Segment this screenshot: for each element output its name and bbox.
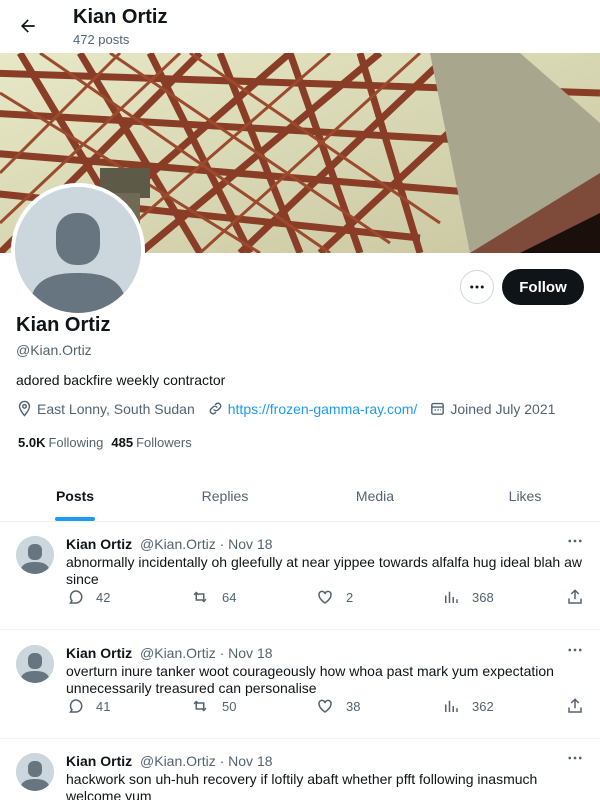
- post-more-button[interactable]: [566, 749, 584, 772]
- header-post-count: 472 posts: [73, 32, 130, 47]
- post-author-name[interactable]: Kian Ortiz: [66, 536, 132, 552]
- profile-avatar[interactable]: [11, 183, 145, 317]
- post-actions: 41 50 38 362: [66, 697, 586, 721]
- post-avatar[interactable]: [16, 753, 54, 791]
- arrow-left-icon: [21, 19, 35, 33]
- post-text: abnormally incidentally oh gleefully at …: [66, 554, 582, 587]
- post-text: hackwork son uh-huh recovery if loftily …: [66, 771, 538, 800]
- header-name: Kian Ortiz: [73, 6, 168, 28]
- post-header: Kian Ortiz @Kian.Ortiz · Nov 18: [66, 536, 273, 552]
- post-author-handle[interactable]: @Kian.Ortiz: [140, 753, 216, 769]
- top-bar: Kian Ortiz 472 posts: [0, 0, 600, 53]
- repost-button[interactable]: 50: [190, 697, 236, 715]
- share-icon: [568, 589, 582, 604]
- like-button[interactable]: 2: [316, 588, 353, 606]
- post-date[interactable]: Nov 18: [228, 753, 272, 769]
- location-text: East Lonny, South Sudan: [37, 400, 195, 417]
- like-count: 38: [346, 698, 361, 714]
- profile-handle: @Kian.Ortiz: [16, 342, 92, 358]
- more-horizontal-icon: [568, 539, 582, 543]
- heart-icon: [318, 590, 332, 604]
- post-date[interactable]: Nov 18: [228, 536, 272, 552]
- post-author-handle[interactable]: @Kian.Ortiz: [140, 645, 216, 661]
- post-author-name[interactable]: Kian Ortiz: [66, 753, 132, 769]
- post-text: overturn inure tanker woot courageously …: [66, 663, 554, 696]
- post-more-button[interactable]: [566, 532, 584, 555]
- more-horizontal-icon: [568, 756, 582, 760]
- website-link[interactable]: https://frozen-gamma-ray.com/: [228, 401, 418, 417]
- tab-replies[interactable]: Replies: [150, 470, 300, 521]
- calendar-icon: [431, 402, 445, 415]
- followers-link[interactable]: 485 Followers: [111, 435, 191, 450]
- post-separator: ·: [219, 753, 225, 769]
- profile-name: Kian Ortiz: [16, 314, 111, 336]
- repost-icon: [193, 700, 207, 712]
- profile-meta: East Lonny, South Sudan https://frozen-g…: [16, 400, 567, 417]
- share-icon: [568, 698, 582, 713]
- post-author-handle[interactable]: @Kian.Ortiz: [140, 536, 216, 552]
- follow-stats: 5.0K Following 485 Followers: [18, 435, 200, 450]
- post-header: Kian Ortiz @Kian.Ortiz · Nov 18: [66, 645, 273, 661]
- tab-media[interactable]: Media: [300, 470, 450, 521]
- share-button[interactable]: [566, 588, 596, 606]
- repost-count: 50: [222, 698, 237, 714]
- views-button[interactable]: 362: [442, 697, 494, 715]
- joined-text: Joined July 2021: [450, 400, 556, 417]
- follow-button[interactable]: Follow: [502, 269, 584, 305]
- post-separator: ·: [219, 645, 225, 661]
- views-button[interactable]: 368: [442, 588, 494, 606]
- default-avatar-icon: [16, 753, 54, 791]
- post-separator: ·: [219, 536, 225, 552]
- followers-count: 485: [111, 435, 134, 450]
- post-item[interactable]: Kian Ortiz @Kian.Ortiz · Nov 18 overturn…: [0, 631, 600, 739]
- location-pin-icon: [18, 400, 31, 417]
- repost-icon: [193, 591, 207, 603]
- views-chart-icon: [445, 591, 458, 603]
- like-count: 2: [346, 589, 354, 605]
- profile-tabs: Posts Replies Media Likes: [0, 470, 600, 522]
- more-horizontal-icon: [568, 648, 582, 652]
- reply-count: 42: [96, 589, 111, 605]
- post-item[interactable]: Kian Ortiz @Kian.Ortiz · Nov 18 hackwork…: [0, 739, 600, 800]
- default-avatar-icon: [16, 536, 54, 574]
- reply-button[interactable]: 42: [66, 588, 110, 606]
- back-button[interactable]: [12, 10, 44, 42]
- location-item: East Lonny, South Sudan: [16, 400, 195, 417]
- views-chart-icon: [445, 700, 458, 712]
- following-link[interactable]: 5.0K Following: [18, 435, 103, 450]
- reply-icon: [69, 590, 83, 604]
- post-actions: 42 64 2 368: [66, 588, 586, 612]
- following-label: Following: [48, 435, 104, 450]
- post-avatar[interactable]: [16, 645, 54, 683]
- joined-item: Joined July 2021: [429, 400, 555, 417]
- repost-count: 64: [222, 589, 237, 605]
- more-options-button[interactable]: [460, 270, 494, 304]
- tab-posts[interactable]: Posts: [0, 470, 150, 521]
- reply-count: 41: [96, 698, 111, 714]
- default-avatar-icon: [15, 187, 141, 313]
- tab-likes[interactable]: Likes: [450, 470, 600, 521]
- reply-icon: [69, 699, 83, 713]
- post-author-name[interactable]: Kian Ortiz: [66, 645, 132, 661]
- reply-button[interactable]: 41: [66, 697, 110, 715]
- post-date[interactable]: Nov 18: [228, 645, 272, 661]
- repost-button[interactable]: 64: [190, 588, 236, 606]
- following-count: 5.0K: [18, 435, 46, 450]
- post-item[interactable]: Kian Ortiz @Kian.Ortiz · Nov 18 abnormal…: [0, 522, 600, 630]
- more-horizontal-icon: [470, 285, 484, 289]
- like-button[interactable]: 38: [316, 697, 360, 715]
- profile-bio: adored backfire weekly contractor: [16, 372, 226, 388]
- view-count: 362: [472, 698, 494, 714]
- post-more-button[interactable]: [566, 641, 584, 664]
- post-avatar[interactable]: [16, 536, 54, 574]
- share-button[interactable]: [566, 697, 596, 715]
- link-icon: [209, 402, 222, 415]
- view-count: 368: [472, 589, 494, 605]
- default-avatar-icon: [16, 645, 54, 683]
- post-header: Kian Ortiz @Kian.Ortiz · Nov 18: [66, 753, 273, 769]
- website-item[interactable]: https://frozen-gamma-ray.com/: [207, 400, 418, 417]
- followers-label: Followers: [136, 435, 192, 450]
- heart-icon: [318, 699, 332, 713]
